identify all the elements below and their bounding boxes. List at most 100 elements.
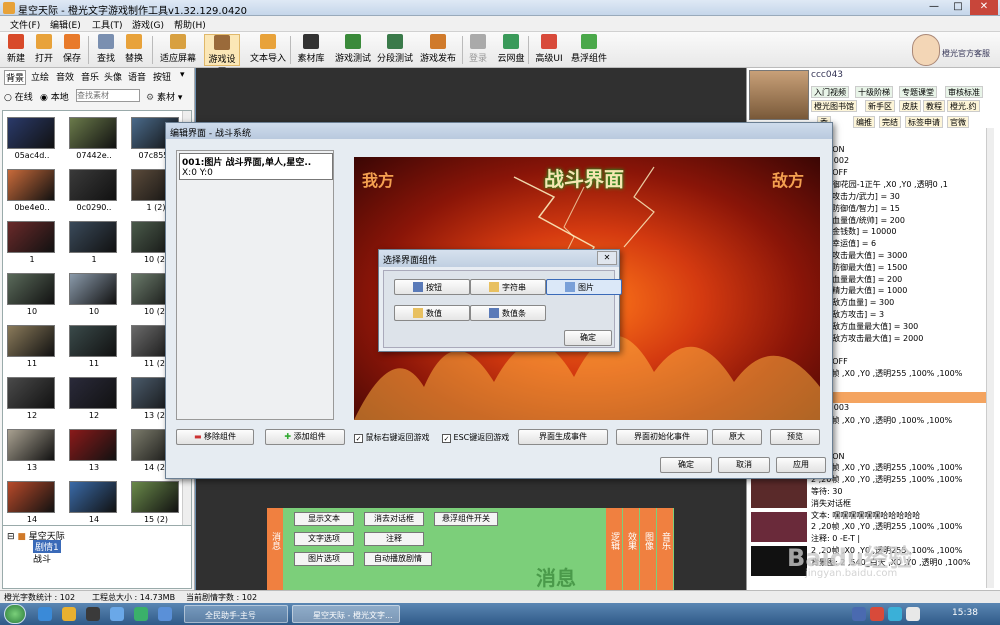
toolbar-button-cloud-drive[interactable]: 云网盘 xyxy=(496,34,526,66)
thumbnail-item[interactable]: 13 xyxy=(69,429,119,480)
tab-more-arrow-icon[interactable]: ▾ xyxy=(180,70,185,80)
community-link[interactable]: 十级阶梯 xyxy=(855,86,893,98)
toolbar-button-import-box[interactable]: 文本导入 xyxy=(246,34,290,66)
thumbnail-item[interactable]: 0c0290.. xyxy=(69,169,119,220)
start-button[interactable] xyxy=(4,604,26,624)
comment-button[interactable]: 注释 xyxy=(364,532,424,546)
minimize-button[interactable]: — xyxy=(922,0,946,15)
choice-button[interactable]: 按钮 xyxy=(394,279,470,295)
community-link[interactable]: 标签申请 xyxy=(905,116,943,128)
toolbar-button-clapper[interactable]: 素材库 xyxy=(294,34,328,66)
community-link[interactable]: 官微 xyxy=(947,116,969,128)
thumbnail-item[interactable]: 1 xyxy=(69,221,119,272)
toolbar-button-find[interactable]: 查找 xyxy=(94,34,118,66)
material-dropdown[interactable]: ⚙ 素材 ▾ xyxy=(146,90,182,103)
component-item[interactable]: 001:图片 战斗界面,单人,星空.. X:0 Y:0 xyxy=(179,153,333,180)
choice-number-bar[interactable]: 数值条 xyxy=(470,305,546,321)
script-line[interactable]: 剧情 xyxy=(811,391,991,403)
community-link[interactable]: 教程 xyxy=(923,100,945,112)
tab-image[interactable]: 图像 xyxy=(640,508,656,590)
maximize-button[interactable]: □ xyxy=(946,0,970,15)
tab-music-cmd[interactable]: 音乐 xyxy=(657,508,673,590)
close-button[interactable]: ✕ xyxy=(970,0,998,15)
subdialog-close-button[interactable]: ✕ xyxy=(597,251,617,265)
community-link[interactable]: 审核标准 xyxy=(945,86,983,98)
esc-return-checkbox[interactable]: ✓ ESC键返回游戏 xyxy=(442,432,509,443)
script-line[interactable]: 2 ,20帧 ,X0 ,Y0 ,透明255 ,100% ,100% xyxy=(811,368,962,379)
image-option-button[interactable]: 图片选项 xyxy=(294,552,354,566)
tray-volume-icon[interactable] xyxy=(906,607,920,621)
subdialog-ok-button[interactable]: 确定 xyxy=(564,330,612,346)
toolbar-button-open-folder[interactable]: 打开 xyxy=(32,34,56,66)
script-line[interactable]: 文本: 嘿嘿嘿嘿嘿嘿哈哈哈哈哈 xyxy=(811,510,920,521)
media-player-icon[interactable] xyxy=(86,607,100,621)
tab-music[interactable]: 音乐 xyxy=(81,70,99,83)
tab-effect[interactable]: 效果 xyxy=(623,508,639,590)
toolbar-button-play-test[interactable]: 游戏测试 xyxy=(334,34,372,66)
tab-sound-effect[interactable]: 音效 xyxy=(56,70,74,83)
toolbar-button-float-widget[interactable]: 悬浮组件 xyxy=(570,34,608,66)
qq-icon[interactable] xyxy=(158,607,172,621)
toolbar-button-fit-screen[interactable]: 适应屏幕 xyxy=(158,34,198,66)
menu-help[interactable]: 帮助(H) xyxy=(174,18,206,31)
thumbnail-item[interactable]: 13 xyxy=(7,429,57,480)
tab-voice[interactable]: 语音 xyxy=(128,70,146,83)
choice-number[interactable]: 数值 xyxy=(394,305,470,321)
community-link[interactable]: 完结 xyxy=(879,116,901,128)
original-size-button[interactable]: 原大 xyxy=(712,429,762,445)
choice-string[interactable]: 字符串 xyxy=(470,279,546,295)
toolbar-button-save[interactable]: 保存 xyxy=(60,34,84,66)
choice-image[interactable]: 图片 xyxy=(546,279,622,295)
toolbar-button-gear[interactable]: 游戏设置 xyxy=(204,34,240,78)
add-component-button[interactable]: ✚ 添加组件 xyxy=(265,429,345,445)
tab-portrait[interactable]: 立绘 xyxy=(31,70,49,83)
autoplay-story-button[interactable]: 自动播放剧情 xyxy=(364,552,432,566)
menu-game[interactable]: 游戏(G) xyxy=(132,18,164,31)
tab-logic[interactable]: 逻辑 xyxy=(606,508,622,590)
menu-edit[interactable]: 编辑(E) xyxy=(50,18,81,31)
chat-icon[interactable] xyxy=(134,607,148,621)
script-line[interactable]: 2 ,20帧 ,X0 ,Y0 ,透明255 ,100% ,100% xyxy=(811,474,962,485)
community-link[interactable]: 新手区 xyxy=(865,100,895,112)
tab-message[interactable]: 消息 xyxy=(267,508,283,590)
community-link[interactable]: 皮肤 xyxy=(899,100,921,112)
dialog-apply-button[interactable]: 应用 xyxy=(776,457,826,473)
tray-security-icon[interactable] xyxy=(870,607,884,621)
folder-icon[interactable] xyxy=(62,607,76,621)
thumbnail-item[interactable]: 12 xyxy=(69,377,119,428)
toolbar-button-publish[interactable]: 游戏发布 xyxy=(418,34,458,66)
script-line[interactable]: 消失对话框 xyxy=(811,498,851,509)
right-scrollbar[interactable] xyxy=(986,128,994,588)
community-link[interactable]: 橙光.约 xyxy=(947,100,980,112)
browser-icon[interactable] xyxy=(110,607,124,621)
menu-file[interactable]: 文件(F) xyxy=(10,18,40,31)
community-link[interactable]: 橙光图书馆 xyxy=(811,100,857,112)
dismiss-dialog-button[interactable]: 消去对话框 xyxy=(364,512,424,526)
generate-event-button[interactable]: 界面生成事件 xyxy=(518,429,608,445)
show-text-button[interactable]: 显示文本 xyxy=(294,512,354,526)
init-event-button[interactable]: 界面初始化事件 xyxy=(616,429,708,445)
thumbnail-item[interactable]: 07442e.. xyxy=(69,117,119,168)
source-local-radio[interactable]: ◉ 本地 xyxy=(40,90,69,103)
toolbar-button-advanced-ui[interactable]: 高级UI xyxy=(534,34,564,66)
script-line[interactable]: 等待: 30 xyxy=(811,486,842,497)
task-assistant[interactable]: 全民助手-主号 xyxy=(184,605,288,623)
right-click-return-checkbox[interactable]: ✓ 鼠标右键返回游戏 xyxy=(354,432,430,443)
toolbar-button-login[interactable]: 登录 xyxy=(466,34,490,66)
float-widget-toggle-button[interactable]: 悬浮组件开关 xyxy=(434,512,498,526)
script-line[interactable]: 2 ,20帧 ,X0 ,Y0 ,透明255 ,100% ,100% xyxy=(811,521,962,532)
thumbnail-item[interactable]: 1 xyxy=(7,221,57,272)
support-avatar[interactable] xyxy=(912,34,940,66)
community-link[interactable]: 专题课堂 xyxy=(899,86,937,98)
ie-icon[interactable] xyxy=(38,607,52,621)
tab-button[interactable]: 按钮 xyxy=(153,70,171,83)
toolbar-button-segment-test[interactable]: 分段测试 xyxy=(376,34,414,66)
text-option-button[interactable]: 文字选项 xyxy=(294,532,354,546)
menu-tools[interactable]: 工具(T) xyxy=(92,18,123,31)
preview-button[interactable]: 预览 xyxy=(770,429,820,445)
thumbnail-item[interactable]: 05ac4d.. xyxy=(7,117,57,168)
tab-background[interactable]: 背景 xyxy=(4,70,27,85)
script-line[interactable]: 2 ,20帧 ,X0 ,Y0 ,透明255 ,100% ,100% xyxy=(811,462,962,473)
community-link[interactable]: 编推 xyxy=(853,116,875,128)
tray-keyboard-icon[interactable] xyxy=(852,607,866,621)
